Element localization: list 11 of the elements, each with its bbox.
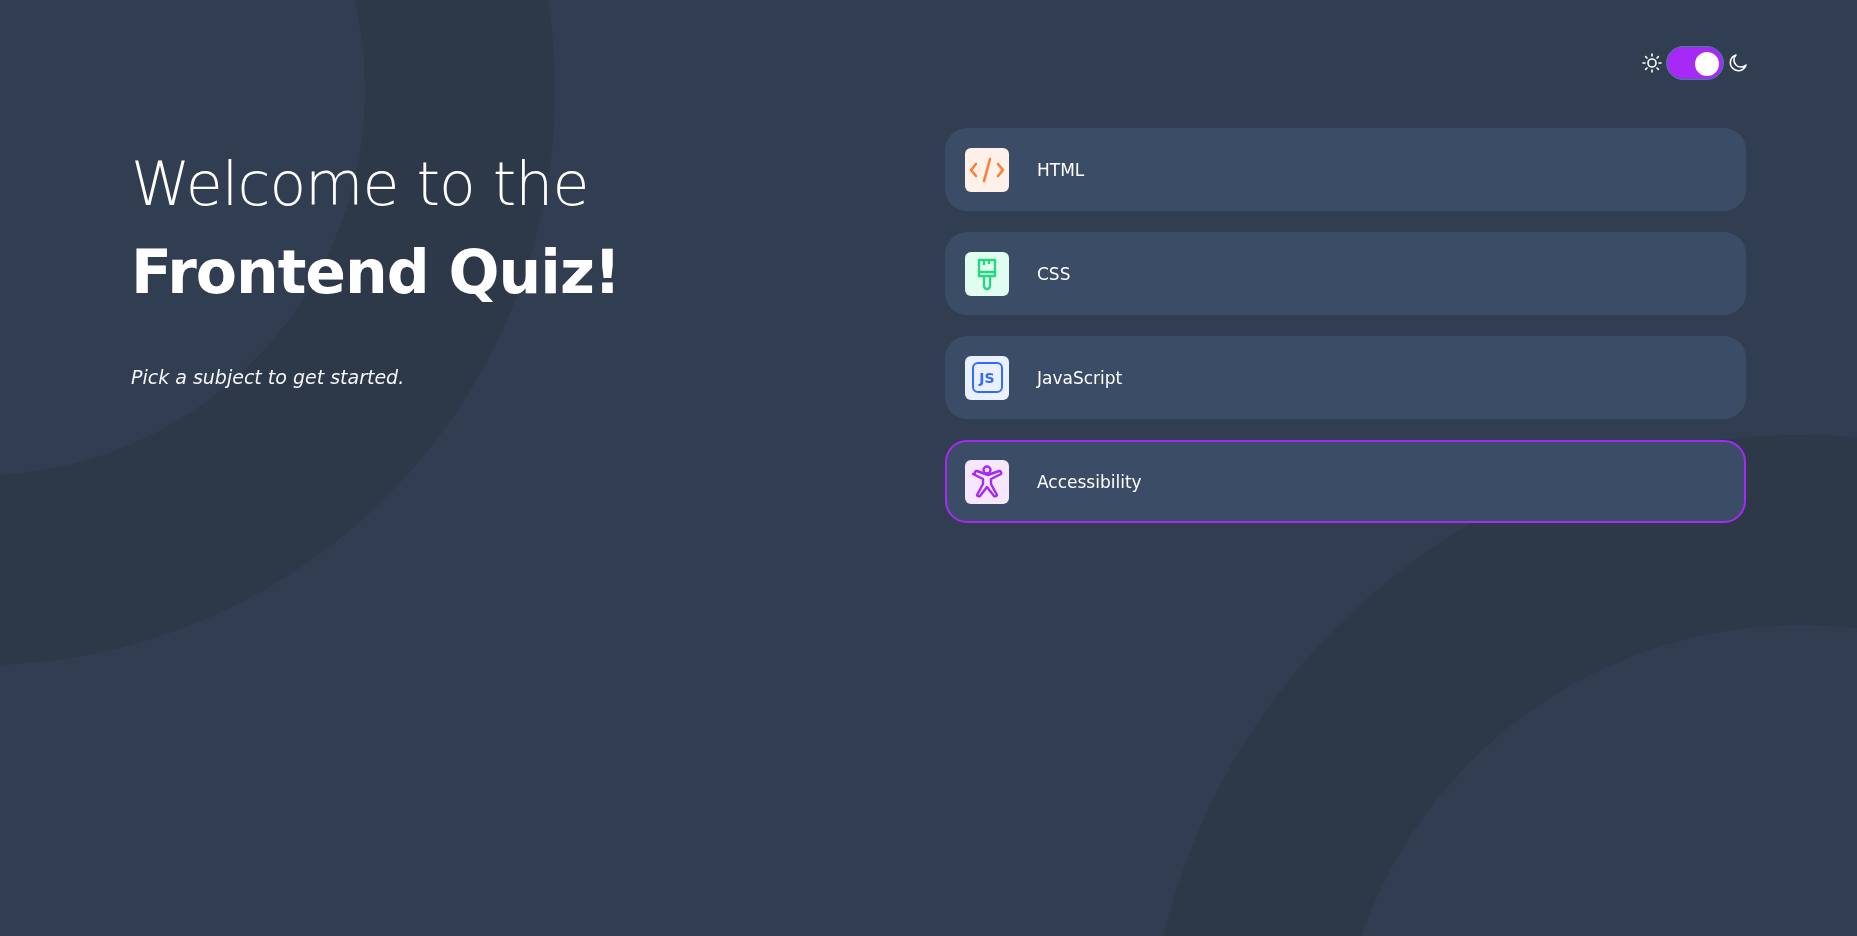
heading-text: Frontend Quiz! <box>131 236 622 309</box>
subject-option[interactable]: HTML <box>945 128 1746 211</box>
subject-option[interactable]: JS JavaScript <box>945 336 1746 419</box>
subtitle-text: Pick a subject to get started. <box>131 366 406 388</box>
theme-toggle[interactable] <box>1666 46 1724 80</box>
moon-icon <box>1728 53 1748 73</box>
subject-option[interactable]: CSS <box>945 232 1746 315</box>
js-icon: JS <box>971 362 1003 393</box>
sun-icon <box>1642 53 1662 73</box>
heading-text: Welcome to the <box>131 148 590 221</box>
subject-option[interactable]: Accessibility <box>945 440 1746 523</box>
